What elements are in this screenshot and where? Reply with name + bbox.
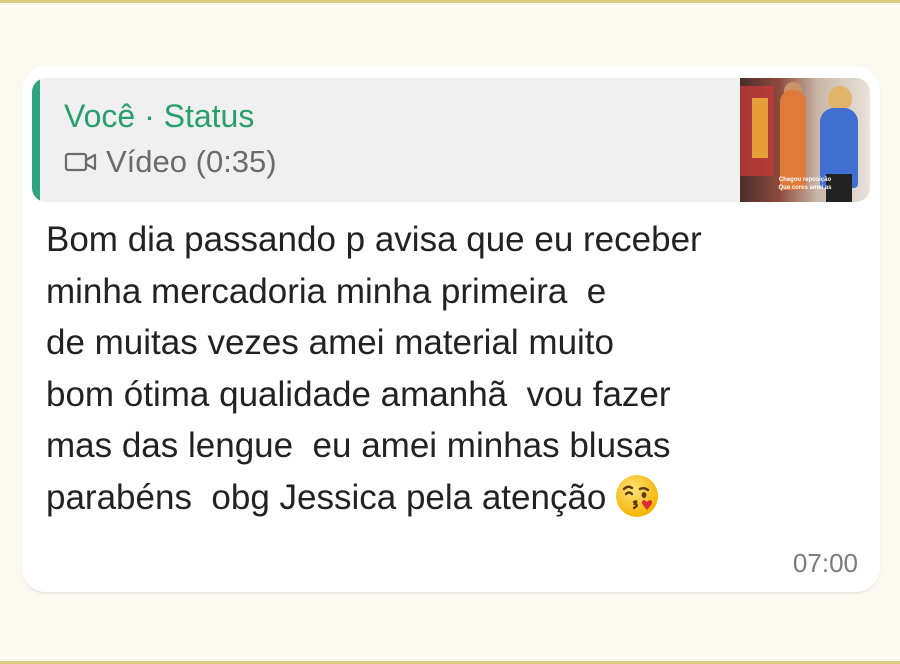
frame-top-border — [0, 0, 900, 3]
message-line: minha mercadoria minha primeira e — [46, 271, 607, 311]
message-line: parabéns obg Jessica pela atenção — [46, 477, 607, 517]
thumbnail-caption-line: Que cores amei as — [778, 185, 832, 191]
message-text: Bom dia passando p avisa que eu receber … — [46, 214, 846, 523]
status-video-thumbnail[interactable]: Chegou reposição Que cores amei as — [740, 78, 870, 202]
kiss-face-emoji-icon — [616, 475, 659, 518]
thumbnail-caption-line: Chegou reposição — [778, 177, 832, 183]
message-line-last: parabéns obg Jessica pela atenção — [46, 472, 846, 524]
media-label: Vídeo (0:35) — [106, 144, 277, 179]
message-line: bom ótima qualidade amanhã vou fazer — [46, 374, 671, 414]
thumbnail-caption: Chegou reposição Que cores amei as — [740, 176, 870, 192]
quote-media-info: Vídeo (0:35) — [64, 144, 277, 180]
video-camera-icon — [64, 152, 97, 172]
status-reply-quote[interactable]: Você · Status Vídeo (0:35) Chegou reposi… — [32, 78, 870, 202]
quote-accent-bar — [32, 78, 40, 202]
thumb-clothes — [752, 98, 768, 158]
thumb-person — [780, 90, 806, 190]
message-bubble[interactable]: Você · Status Vídeo (0:35) Chegou reposi… — [22, 66, 880, 593]
message-timestamp: 07:00 — [792, 548, 858, 578]
message-line: Bom dia passando p avisa que eu receber — [46, 220, 702, 259]
message-line: de muitas vezes amei material muito — [46, 323, 614, 362]
quote-author: Você · Status — [64, 98, 255, 134]
message-line: mas das lengue eu amei minhas blusas — [46, 426, 671, 465]
